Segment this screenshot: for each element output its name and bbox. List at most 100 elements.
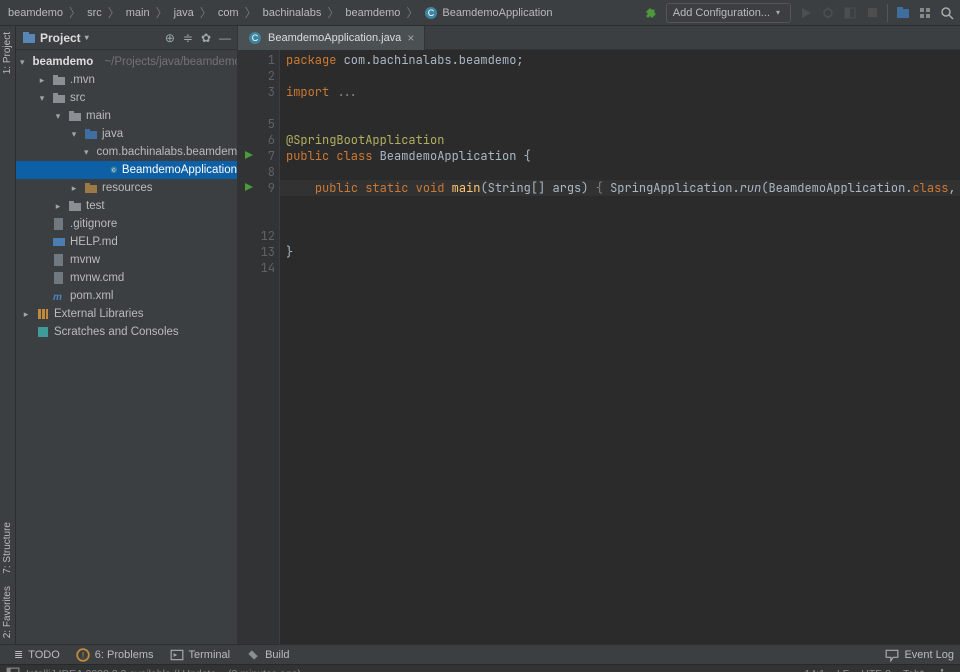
toolbar-separator bbox=[887, 4, 888, 22]
editor-body[interactable]: package com.bachinalabs.beamdemo; import… bbox=[280, 50, 960, 644]
debug-icon[interactable] bbox=[821, 6, 835, 20]
file-icon bbox=[52, 253, 66, 267]
editor-tab-label: BeamdemoApplication.java bbox=[268, 32, 401, 44]
search-icon[interactable] bbox=[940, 6, 954, 20]
tree-gitignore[interactable]: .gitignore bbox=[16, 215, 237, 233]
stop-icon[interactable] bbox=[865, 6, 879, 20]
tree-src[interactable]: ▾src bbox=[16, 89, 237, 107]
tree-mvn[interactable]: ▸.mvn bbox=[16, 71, 237, 89]
source-root-icon bbox=[84, 127, 98, 141]
problems-icon: ! bbox=[76, 648, 90, 662]
tree-main[interactable]: ▾main bbox=[16, 107, 237, 125]
coverage-icon[interactable] bbox=[843, 6, 857, 20]
crumb-project[interactable]: beamdemo bbox=[6, 7, 65, 19]
tree-root[interactable]: ▾ beamdemo ~/Projects/java/beamdemo bbox=[16, 53, 237, 71]
chevron-right-icon[interactable]: ▸ bbox=[52, 201, 64, 212]
svg-text:C: C bbox=[428, 8, 435, 18]
select-opened-file-icon[interactable]: ⊕ bbox=[165, 31, 175, 45]
bottom-tab-build[interactable]: Build bbox=[238, 648, 297, 662]
svg-text:C: C bbox=[252, 33, 259, 43]
chevron-right-icon[interactable]: ▸ bbox=[20, 309, 32, 320]
tree-package[interactable]: ▾com.bachinalabs.beamdemo bbox=[16, 143, 237, 161]
crumb-src[interactable]: src bbox=[85, 7, 104, 19]
status-caret[interactable]: 14:1 bbox=[799, 668, 831, 672]
tree-mvnw[interactable]: mvnw bbox=[16, 251, 237, 269]
status-indent[interactable]: Tab* bbox=[897, 668, 930, 672]
resources-root-icon bbox=[84, 181, 98, 195]
hide-toolwindow-icon[interactable]: — bbox=[219, 31, 231, 45]
svg-text:!: ! bbox=[82, 650, 85, 660]
editor-gutter[interactable]: 1 2 3 5 6 7 8 9 12 13 14 bbox=[238, 50, 280, 644]
file-icon bbox=[52, 271, 66, 285]
navigation-bar: beamdemo〉 src〉 main〉 java〉 com〉 bachinal… bbox=[0, 0, 960, 26]
project-toolwindow-title[interactable]: Project ▾ bbox=[22, 31, 89, 45]
status-bar-toggle-icon[interactable] bbox=[6, 667, 20, 672]
status-git-icon[interactable] bbox=[930, 668, 954, 672]
left-tool-strip: 1: Project 7: Structure 2: Favorites bbox=[0, 26, 16, 644]
chevron-down-icon[interactable]: ▾ bbox=[36, 93, 48, 104]
folder-icon bbox=[68, 199, 82, 213]
expand-all-icon[interactable]: ≑ bbox=[183, 31, 193, 45]
tree-test[interactable]: ▸test bbox=[16, 197, 237, 215]
crumb-pkg[interactable]: beamdemo bbox=[343, 7, 402, 19]
editor: C BeamdemoApplication.java × 1 2 3 5 6 7… bbox=[238, 26, 960, 644]
run-gutter-icon[interactable] bbox=[245, 151, 253, 159]
event-log-icon bbox=[885, 648, 899, 662]
status-line-separator[interactable]: LF bbox=[831, 668, 855, 672]
toolwindow-settings-icon[interactable]: ✿ bbox=[201, 31, 211, 45]
tree-java[interactable]: ▾java bbox=[16, 125, 237, 143]
left-tab-favorites[interactable]: 2: Favorites bbox=[0, 580, 15, 644]
chevron-right-icon[interactable]: ▸ bbox=[36, 75, 48, 86]
project-tree[interactable]: ▾ beamdemo ~/Projects/java/beamdemo ▸.mv… bbox=[16, 50, 237, 644]
settings-icon[interactable] bbox=[918, 6, 932, 20]
bottom-event-log[interactable]: Event Log bbox=[885, 648, 954, 662]
class-icon: C bbox=[248, 31, 262, 45]
svg-text:m: m bbox=[53, 292, 62, 303]
tree-external-libraries[interactable]: ▸External Libraries bbox=[16, 305, 237, 323]
status-bar: IntelliJ IDEA 2020.2.2 available // Upda… bbox=[0, 664, 960, 672]
tree-resources[interactable]: ▸resources bbox=[16, 179, 237, 197]
editor-tabs: C BeamdemoApplication.java × bbox=[238, 26, 960, 50]
chevron-down-icon[interactable]: ▾ bbox=[68, 129, 80, 140]
add-configuration-button[interactable]: Add Configuration... ▾ bbox=[666, 3, 791, 23]
add-config-label: Add Configuration... bbox=[673, 7, 770, 19]
run-gutter-icon[interactable] bbox=[245, 183, 253, 191]
status-encoding[interactable]: UTF-8 bbox=[855, 668, 897, 672]
breadcrumb-sep: 〉 bbox=[67, 4, 83, 21]
project-structure-icon[interactable] bbox=[896, 6, 910, 20]
tree-class-selected[interactable]: CBeamdemoApplication bbox=[16, 161, 237, 179]
chevron-down-icon[interactable]: ▾ bbox=[52, 111, 64, 122]
close-icon[interactable]: × bbox=[407, 31, 414, 45]
status-message[interactable]: IntelliJ IDEA 2020.2.2 available // Upda… bbox=[26, 668, 301, 672]
crumb-java[interactable]: java bbox=[172, 7, 196, 19]
folder-icon bbox=[68, 109, 82, 123]
left-tab-structure[interactable]: 7: Structure bbox=[0, 516, 15, 580]
chevron-down-icon[interactable]: ▾ bbox=[20, 57, 25, 68]
chevron-down-icon[interactable]: ▾ bbox=[84, 147, 89, 158]
left-tab-project[interactable]: 1: Project bbox=[0, 26, 15, 80]
tree-mvnwcmd[interactable]: mvnw.cmd bbox=[16, 269, 237, 287]
class-icon: C bbox=[110, 163, 118, 177]
bottom-tab-terminal[interactable]: Terminal bbox=[162, 648, 239, 662]
bottom-tab-problems[interactable]: !6: Problems bbox=[68, 648, 162, 662]
bottom-tab-todo[interactable]: ≣TODO bbox=[6, 648, 68, 661]
build-icon[interactable] bbox=[644, 6, 658, 20]
bottom-tool-strip: ≣TODO !6: Problems Terminal Build Event … bbox=[0, 644, 960, 664]
chevron-right-icon[interactable]: ▸ bbox=[68, 183, 80, 194]
crumb-class[interactable]: C BeamdemoApplication bbox=[422, 6, 554, 20]
terminal-icon bbox=[170, 648, 184, 662]
crumb-labs[interactable]: bachinalabs bbox=[261, 7, 324, 19]
breadcrumb[interactable]: beamdemo〉 src〉 main〉 java〉 com〉 bachinal… bbox=[6, 4, 554, 21]
tree-scratches[interactable]: Scratches and Consoles bbox=[16, 323, 237, 341]
tree-pom[interactable]: mpom.xml bbox=[16, 287, 237, 305]
project-toolwindow: Project ▾ ⊕ ≑ ✿ — ▾ beamdemo ~/Projects/… bbox=[16, 26, 238, 644]
crumb-com[interactable]: com bbox=[216, 7, 241, 19]
tree-help[interactable]: HELP.md bbox=[16, 233, 237, 251]
editor-tab[interactable]: C BeamdemoApplication.java × bbox=[238, 26, 425, 50]
folder-icon bbox=[52, 73, 66, 87]
run-icon[interactable] bbox=[799, 6, 813, 20]
todo-icon: ≣ bbox=[14, 648, 23, 661]
crumb-main[interactable]: main bbox=[124, 7, 152, 19]
scratches-icon bbox=[36, 325, 50, 339]
chevron-down-icon: ▾ bbox=[85, 33, 89, 42]
